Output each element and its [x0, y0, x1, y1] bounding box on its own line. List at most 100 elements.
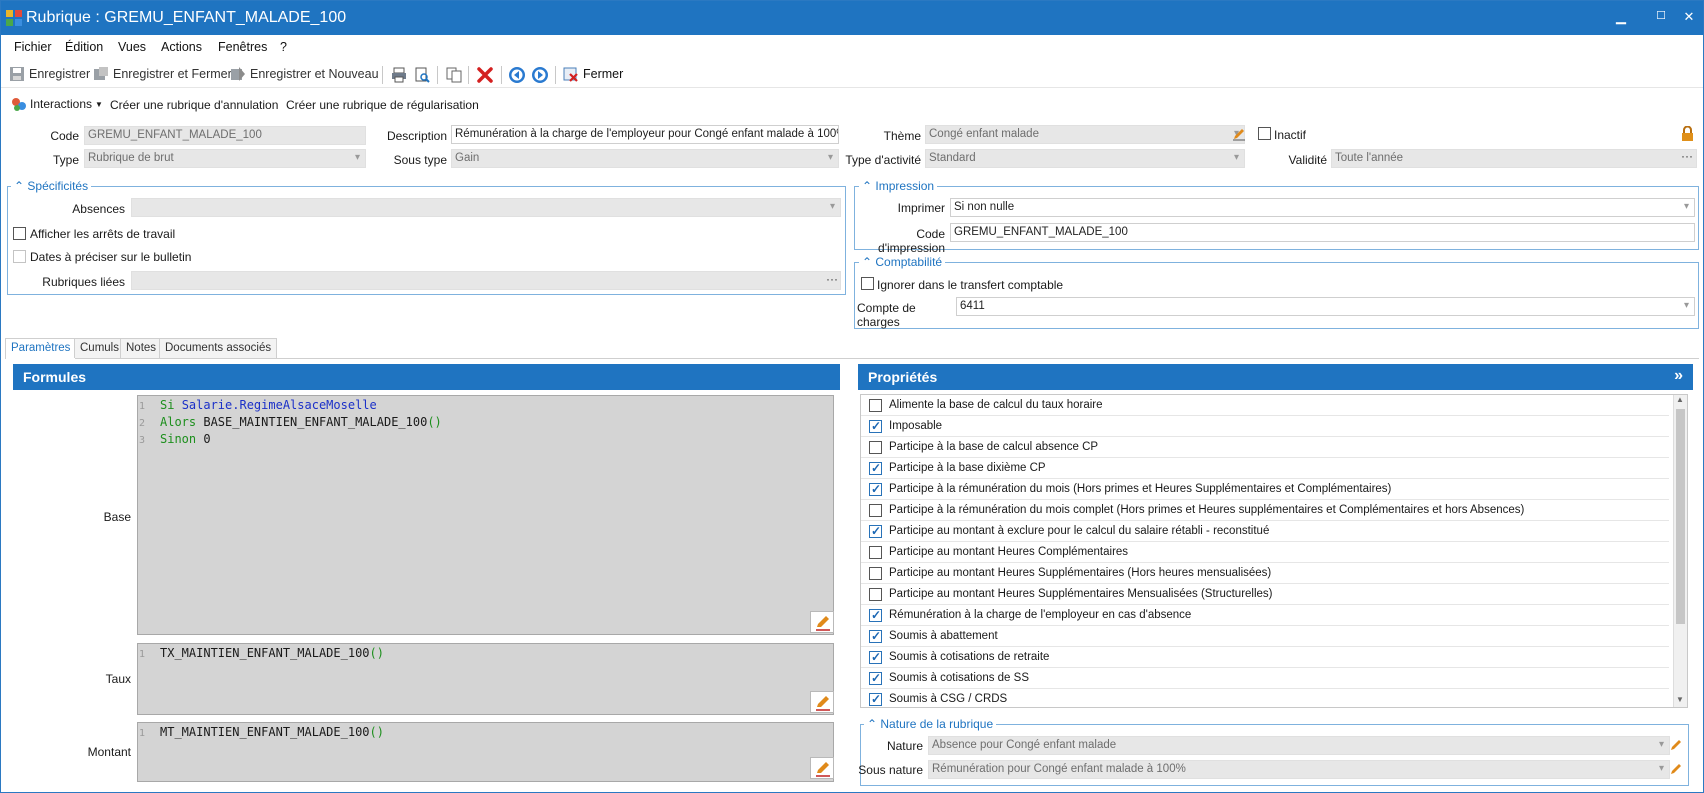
print-icon[interactable]: [391, 67, 407, 83]
menu-edition[interactable]: Édition: [65, 40, 103, 54]
previous-icon[interactable]: [508, 66, 526, 84]
property-row[interactable]: Soumis à cotisations de SS: [861, 668, 1669, 689]
tab-notes[interactable]: Notes: [120, 338, 163, 358]
code-field[interactable]: GREMU_ENFANT_MALADE_100: [84, 126, 366, 145]
base-formula-editor[interactable]: 1 Si Salarie.RegimeAlsaceMoselle 2 Alors B…: [137, 395, 834, 635]
property-checkbox[interactable]: [869, 650, 882, 664]
print-select[interactable]: Si non nulle: [950, 198, 1695, 217]
interactions-menu[interactable]: Interactions ▼: [11, 96, 103, 112]
nature-title[interactable]: ⌃ Nature de la rubrique: [864, 717, 997, 731]
property-row[interactable]: Rémunération à la charge de l'employeur …: [861, 605, 1669, 626]
validity-field[interactable]: Toute l'année: [1331, 149, 1697, 168]
close-icon[interactable]: ✕: [1678, 9, 1700, 27]
property-checkbox[interactable]: [869, 461, 882, 475]
ignore-transfer-checkbox[interactable]: [861, 277, 874, 290]
property-checkbox[interactable]: [869, 441, 882, 454]
edit-montant-button[interactable]: [810, 757, 834, 779]
nature-select[interactable]: Absence pour Congé enfant malade: [928, 736, 1670, 755]
create-regul-link[interactable]: Créer une rubrique de régularisation: [286, 98, 479, 112]
subtype-select[interactable]: Gain: [451, 149, 839, 168]
edit-nature-icon[interactable]: [1669, 738, 1683, 752]
property-checkbox[interactable]: [869, 588, 882, 601]
property-row[interactable]: Soumis à cotisations de retraite: [861, 647, 1669, 668]
property-row[interactable]: Participe au montant Heures Supplémentai…: [861, 563, 1669, 584]
scrollbar-thumb[interactable]: [1676, 409, 1685, 624]
delete-icon[interactable]: [476, 66, 494, 84]
edit-theme-icon[interactable]: [1232, 127, 1246, 141]
taux-formula-editor[interactable]: 1 TX_MAINTIEN_ENFANT_MALADE_100(): [137, 643, 834, 715]
comptabilite-group: [854, 262, 1699, 329]
property-row[interactable]: Soumis à CSG / CRDS: [861, 689, 1669, 707]
minimize-icon[interactable]: ▁: [1610, 9, 1632, 27]
impression-title[interactable]: ⌃ Impression: [859, 179, 938, 193]
subnature-select[interactable]: Rémunération pour Congé enfant malade à …: [928, 760, 1670, 779]
close-button[interactable]: Fermer: [563, 66, 623, 82]
theme-select[interactable]: Congé enfant malade: [925, 125, 1245, 144]
property-row[interactable]: Participe à la rémunération du mois comp…: [861, 500, 1669, 521]
menu-help[interactable]: ?: [280, 40, 287, 54]
property-checkbox[interactable]: [869, 567, 882, 580]
tab-documents[interactable]: Documents associés: [159, 338, 278, 358]
property-checkbox[interactable]: [869, 629, 882, 643]
next-icon[interactable]: [531, 66, 549, 84]
print-preview-icon[interactable]: [414, 67, 430, 83]
tab-parametres[interactable]: Paramètres: [5, 338, 77, 359]
menu-vues[interactable]: Vues: [118, 40, 146, 54]
print-code-field[interactable]: GREMU_ENFANT_MALADE_100: [950, 223, 1695, 242]
property-row[interactable]: Imposable: [861, 416, 1669, 437]
menu-fenetres[interactable]: Fenêtres: [218, 40, 267, 54]
inactive-checkbox[interactable]: [1258, 127, 1271, 140]
dates-checkbox[interactable]: [13, 250, 26, 263]
menu-actions[interactable]: Actions: [161, 40, 202, 54]
menu-fichier[interactable]: Fichier: [14, 40, 52, 54]
property-checkbox[interactable]: [869, 399, 882, 412]
montant-formula-editor[interactable]: 1 MT_MAINTIEN_ENFANT_MALADE_100(): [137, 722, 834, 782]
property-row[interactable]: Participe au montant Heures Complémentai…: [861, 542, 1669, 563]
save-button[interactable]: Enregistrer: [9, 66, 90, 82]
validity-more-icon[interactable]: ···: [1681, 149, 1693, 163]
scroll-up-icon[interactable]: ▲: [1676, 395, 1684, 404]
specificites-title-text: Spécificités: [27, 179, 89, 193]
property-checkbox[interactable]: [869, 419, 882, 433]
property-checkbox[interactable]: [869, 546, 882, 559]
properties-scrollbar[interactable]: ▲ ▼: [1673, 395, 1687, 707]
save-close-button[interactable]: Enregistrer et Fermer: [93, 66, 232, 82]
property-row[interactable]: Participe à la base dixième CP: [861, 458, 1669, 479]
create-cancel-link[interactable]: Créer une rubrique d'annulation: [110, 98, 278, 112]
description-field[interactable]: Rémunération à la charge de l'employeur …: [451, 125, 839, 144]
copy-icon[interactable]: [446, 67, 462, 83]
comptabilite-title[interactable]: ⌃ Comptabilité: [859, 255, 946, 269]
type-select[interactable]: Rubrique de brut: [84, 149, 366, 168]
absences-select[interactable]: [131, 198, 841, 217]
account-label: Compte de charges: [857, 301, 916, 329]
property-label: Participe au montant à exclure pour le c…: [889, 525, 1270, 537]
scroll-down-icon[interactable]: ▼: [1676, 695, 1684, 704]
property-checkbox[interactable]: [869, 692, 882, 706]
save-new-button[interactable]: Enregistrer et Nouveau: [230, 66, 379, 82]
property-row[interactable]: Participe à la rémunération du mois (Hor…: [861, 479, 1669, 500]
property-checkbox[interactable]: [869, 608, 882, 622]
linked-more-icon[interactable]: ···: [826, 272, 838, 286]
show-stops-checkbox[interactable]: [13, 227, 26, 240]
property-row[interactable]: Soumis à abattement: [861, 626, 1669, 647]
property-checkbox[interactable]: [869, 671, 882, 685]
code-line-1: 1 MT_MAINTIEN_ENFANT_MALADE_100(): [139, 725, 384, 739]
property-row[interactable]: Participe au montant Heures Supplémentai…: [861, 584, 1669, 605]
property-checkbox[interactable]: [869, 482, 882, 496]
expand-icon[interactable]: »: [1674, 367, 1683, 385]
maximize-icon[interactable]: ☐: [1650, 9, 1672, 27]
type-label: Type: [52, 153, 79, 167]
edit-base-button[interactable]: [810, 611, 834, 633]
property-row[interactable]: Alimente la base de calcul du taux horai…: [861, 395, 1669, 416]
property-checkbox[interactable]: [869, 504, 882, 517]
tab-cumuls[interactable]: Cumuls: [74, 338, 125, 358]
account-select[interactable]: 6411: [956, 297, 1695, 316]
activity-select[interactable]: Standard: [925, 149, 1245, 168]
edit-subnature-icon[interactable]: [1669, 762, 1683, 776]
property-row[interactable]: Participe à la base de calcul absence CP: [861, 437, 1669, 458]
edit-taux-button[interactable]: [810, 691, 834, 713]
property-row[interactable]: Participe au montant à exclure pour le c…: [861, 521, 1669, 542]
property-checkbox[interactable]: [869, 524, 882, 538]
linked-field[interactable]: [131, 271, 841, 290]
specificites-title[interactable]: ⌃ Spécificités: [11, 179, 92, 193]
